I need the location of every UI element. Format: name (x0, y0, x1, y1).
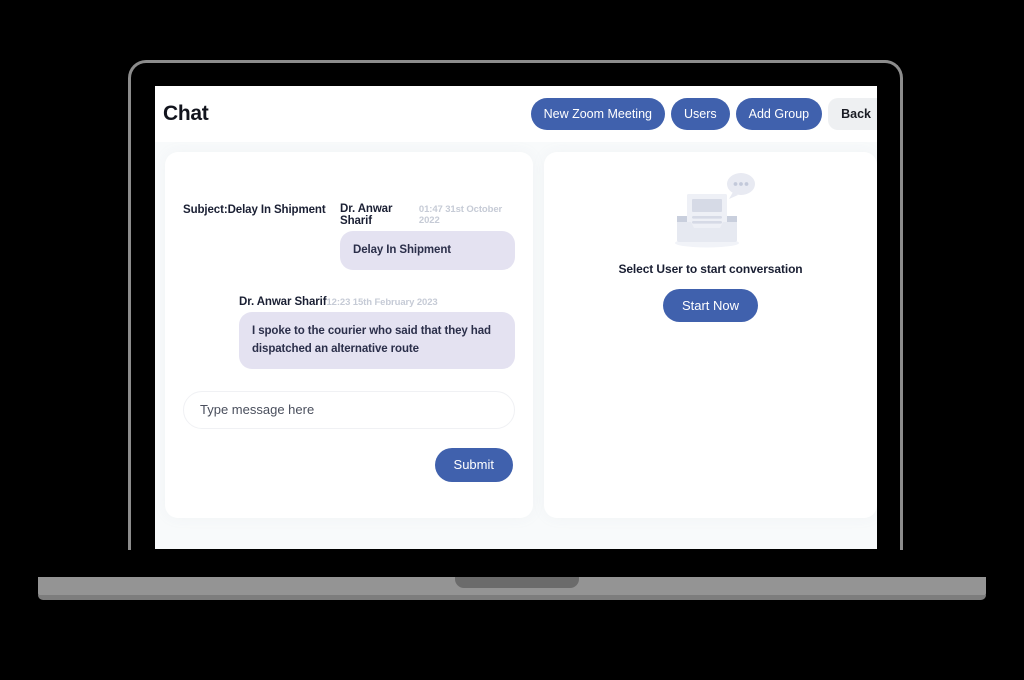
start-now-button[interactable]: Start Now (662, 289, 759, 322)
laptop-base-lip (38, 595, 986, 600)
users-button[interactable]: Users (670, 98, 730, 130)
inbox-with-chat-bubble-icon (674, 173, 755, 248)
message-composer: Submit (183, 390, 515, 482)
laptop-screen: Chat New Zoom Meeting Users Add Group Ba… (155, 86, 877, 549)
message-timestamp: 12:23 15th February 2023 (326, 297, 438, 309)
laptop-base-notch (455, 577, 579, 588)
chat-application: Chat New Zoom Meeting Users Add Group Ba… (155, 86, 877, 549)
header-actions: New Zoom Meeting Users Add Group Back (530, 98, 877, 130)
submit-row: Submit (183, 447, 515, 482)
message-meta: Dr. Anwar Sharif 12:23 15th February 202… (239, 296, 515, 308)
app-body: Subject:Delay In Shipment Dr. Anwar Shar… (155, 142, 877, 549)
submit-button[interactable]: Submit (434, 447, 513, 482)
add-group-button[interactable]: Add Group (735, 98, 823, 130)
message-item: Dr. Anwar Sharif 12:23 15th February 202… (183, 296, 515, 369)
empty-state-message: Select User to start conversation (618, 262, 803, 276)
back-button[interactable]: Back (828, 98, 877, 130)
message-timestamp: 01:47 31st October 2022 (418, 204, 503, 226)
message-item: Dr. Anwar Sharif 01:47 31st October 2022… (183, 203, 515, 271)
empty-state-panel: Select User to start conversation Start … (544, 152, 877, 518)
page-title: Chat (163, 102, 209, 125)
message-author: Dr. Anwar Sharif (239, 296, 327, 309)
message-input[interactable] (183, 390, 515, 429)
conversation-panel: Subject:Delay In Shipment Dr. Anwar Shar… (165, 152, 533, 518)
new-zoom-meeting-button[interactable]: New Zoom Meeting (530, 98, 665, 130)
message-author: Dr. Anwar Sharif (340, 203, 393, 227)
app-header: Chat New Zoom Meeting Users Add Group Ba… (155, 86, 877, 142)
laptop-mockup-frame: Chat New Zoom Meeting Users Add Group Ba… (0, 0, 1024, 680)
message-bubble: Delay In Shipment (340, 231, 515, 271)
message-bubble: I spoke to the courier who said that the… (239, 312, 515, 369)
message-meta: Dr. Anwar Sharif 01:47 31st October 2022 (340, 203, 515, 227)
